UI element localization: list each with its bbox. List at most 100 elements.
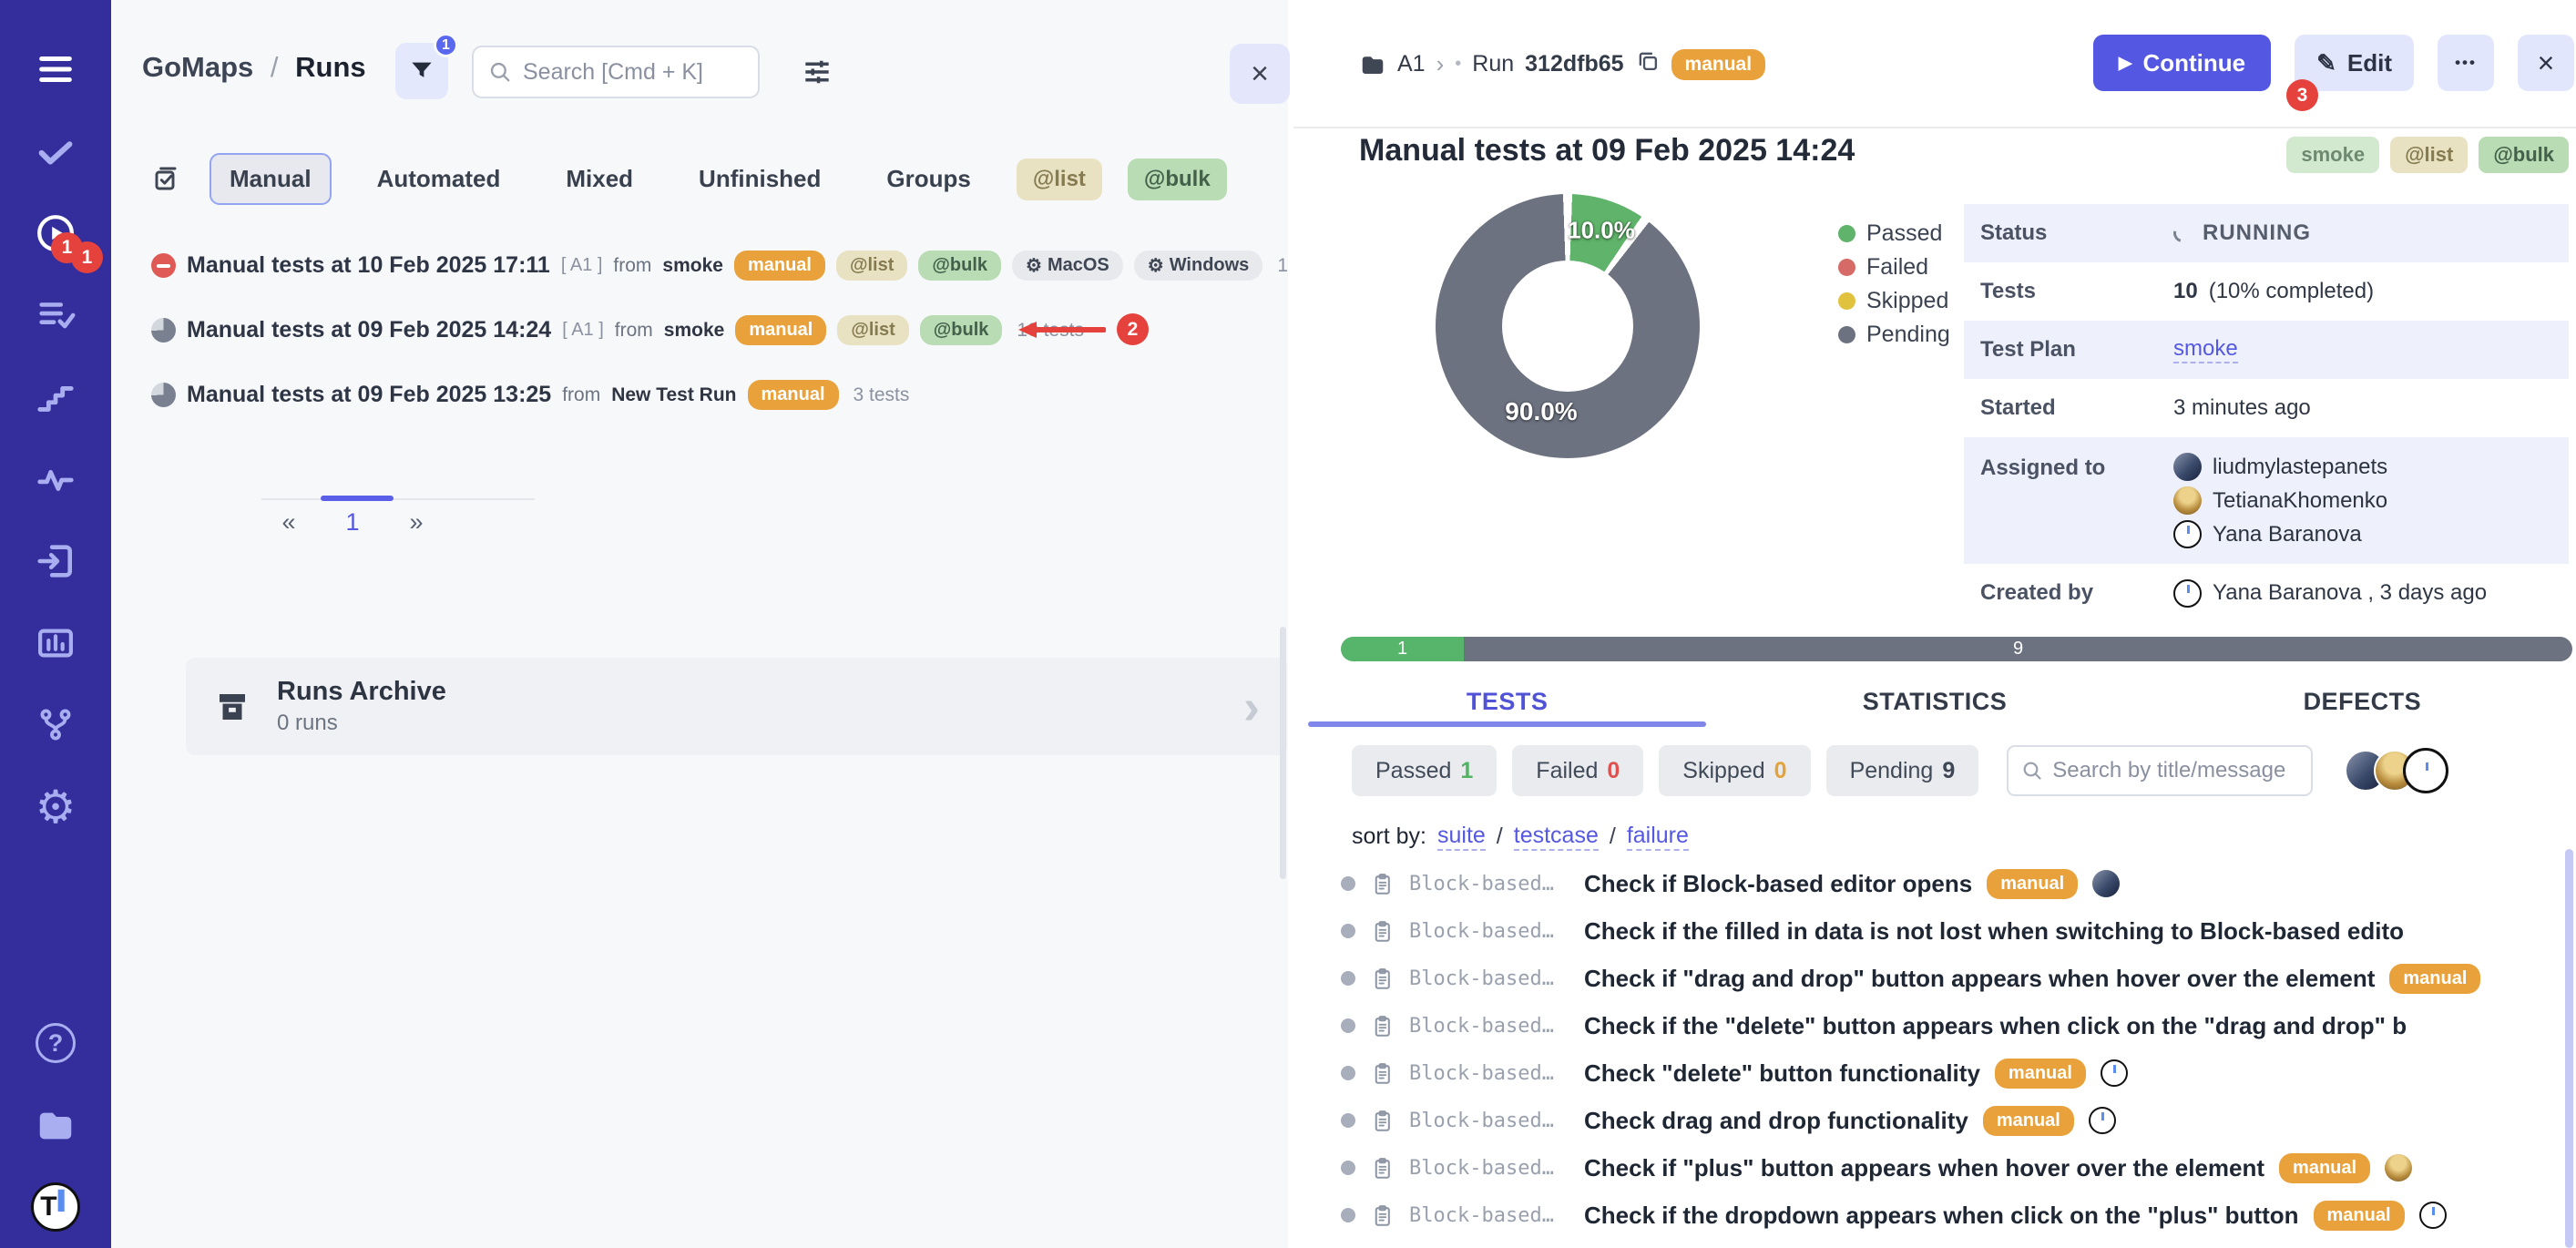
tag-list[interactable]: @list — [837, 315, 908, 345]
run-status-progress-icon — [151, 318, 176, 343]
tag-manual[interactable]: manual — [734, 251, 825, 281]
user-logo-avatar[interactable]: T▌ — [0, 1166, 111, 1248]
sort-by-suite[interactable]: suite — [1437, 823, 1486, 851]
test-row[interactable]: Block-based… Check "delete" button funct… — [1341, 1049, 2565, 1097]
annotation-step-1: 1 — [71, 241, 103, 273]
test-title: Check if the "delete" button appears whe… — [1584, 1012, 2407, 1040]
assignee[interactable]: TetianaKhomenko — [2173, 484, 2569, 517]
folder-icon[interactable] — [0, 1084, 111, 1166]
filter-button[interactable]: 1 — [395, 43, 448, 99]
tag-manual[interactable]: manual — [748, 380, 839, 410]
checkmark-icon[interactable] — [0, 110, 111, 192]
more-options-button[interactable]: ••• — [2438, 35, 2494, 91]
page-next-button[interactable]: » — [398, 508, 434, 537]
tag-env-macos[interactable]: ⚙MacOS — [1012, 251, 1123, 281]
details-tab[interactable]: TESTS — [1293, 678, 1721, 725]
archive-count: 0 runs — [277, 711, 446, 736]
close-button[interactable]: × — [2518, 35, 2574, 91]
test-row[interactable]: Block-based… Check if the dropdown appea… — [1341, 1192, 2565, 1239]
page-prev-button[interactable]: « — [271, 508, 307, 537]
test-status-dot — [1341, 971, 1355, 986]
page-number[interactable]: 1 — [334, 508, 371, 537]
select-all-icon[interactable] — [151, 165, 180, 194]
sign-in-icon[interactable] — [0, 520, 111, 602]
run-list-item[interactable]: Manual tests at 10 Feb 2025 17:11 [ A1 ]… — [111, 233, 1288, 298]
test-row[interactable]: Block-based… Check if "drag and drop" bu… — [1341, 955, 2565, 1002]
test-status-dot — [1341, 1161, 1355, 1175]
tag-manual: manual — [2314, 1201, 2405, 1231]
breadcrumb-project[interactable]: GoMaps — [142, 51, 253, 83]
test-row[interactable]: Block-based… Check if Block-based editor… — [1341, 860, 2565, 907]
test-row[interactable]: Block-based… manual — [1341, 1239, 2565, 1248]
tag-bulk[interactable]: @bulk — [918, 251, 1001, 281]
clipboard-icon — [1370, 919, 1395, 944]
sort-by-testcase[interactable]: testcase — [1514, 823, 1599, 851]
run-list-item[interactable]: Manual tests at 09 Feb 2025 14:24 [ A1 ]… — [111, 298, 1288, 363]
breadcrumb-suite[interactable]: A1 — [1397, 51, 1426, 77]
tag-list[interactable]: @list — [836, 251, 907, 281]
menu-icon[interactable] — [0, 28, 111, 110]
assignee[interactable]: Yana Baranova — [2173, 517, 2569, 551]
tag-smoke[interactable]: smoke — [2286, 137, 2379, 173]
playlist-check-icon[interactable] — [0, 274, 111, 356]
run-list-item[interactable]: Manual tests at 09 Feb 2025 13:25 from N… — [111, 363, 1288, 427]
test-title: Check if Block-based editor opens — [1584, 870, 1972, 898]
avatar — [2101, 1059, 2128, 1087]
test-row[interactable]: Block-based… Check drag and drop functio… — [1341, 1097, 2565, 1144]
test-plan-link[interactable]: smoke — [2173, 336, 2238, 363]
run-type-tab[interactable]: Mixed — [546, 153, 653, 205]
view-settings-icon[interactable] — [800, 55, 834, 89]
status-filter-button[interactable]: Pending 9 — [1826, 745, 1979, 796]
play-icon: ▶ — [2119, 53, 2132, 74]
run-info-table: Status RUNNING Tests 10(10% completed) T… — [1964, 204, 2569, 622]
funnel-icon — [408, 57, 435, 85]
activity-pulse-icon[interactable] — [0, 438, 111, 520]
tag-bulk[interactable]: @bulk — [2479, 137, 2569, 173]
assignee[interactable]: liudmylastepanets — [2173, 450, 2569, 484]
copy-icon[interactable] — [1635, 48, 1661, 80]
details-tab[interactable]: STATISTICS — [1721, 678, 2148, 725]
tag-manual[interactable]: manual — [735, 315, 826, 345]
tests-search-input[interactable] — [2052, 758, 2298, 783]
test-row[interactable]: Block-based… Check if the "delete" butto… — [1341, 1002, 2565, 1049]
help-icon[interactable]: ? — [0, 1002, 111, 1084]
tag-filter-bulk[interactable]: @bulk — [1128, 159, 1227, 200]
legend-color-dot — [1838, 225, 1855, 242]
avatar — [2173, 520, 2202, 548]
pencil-icon: ✎ — [2316, 49, 2336, 77]
test-suite-name: Block-based… — [1409, 967, 1564, 990]
gear-icon[interactable]: ⚙ — [0, 766, 111, 848]
run-details-panel: A1 › • Run 312dfb65 manual ▶ Continue ✎ … — [1293, 0, 2576, 1248]
run-type-tab[interactable]: Unfinished — [679, 153, 841, 205]
test-row[interactable]: Block-based… Check if the filled in data… — [1341, 907, 2565, 955]
chart-legend: Passed Failed Skipped Pending — [1838, 217, 1950, 352]
steps-icon[interactable] — [0, 356, 111, 438]
test-row[interactable]: Block-based… Check if "plus" button appe… — [1341, 1144, 2565, 1192]
chevron-right-icon: › — [1243, 682, 1260, 731]
runs-search-input[interactable] — [523, 59, 743, 86]
tag-env-windows[interactable]: ⚙Windows — [1134, 251, 1263, 281]
left-panel-scrollbar[interactable] — [1280, 627, 1286, 879]
tag-bulk[interactable]: @bulk — [920, 315, 1003, 345]
tests-scrollbar[interactable] — [2565, 849, 2573, 1248]
app-sidebar: 1 ⚙ ? T▌ — [0, 0, 111, 1248]
run-type-tab[interactable]: Manual — [210, 153, 332, 205]
panel-close-button[interactable]: × — [1230, 44, 1290, 104]
breadcrumb: GoMaps / Runs — [142, 51, 366, 84]
status-filter-button[interactable]: Passed 1 — [1352, 745, 1497, 796]
run-type-tab[interactable]: Groups — [866, 153, 990, 205]
status-filter-button[interactable]: Skipped 0 — [1659, 745, 1810, 796]
tag-manual: manual — [1987, 869, 2078, 899]
branch-icon[interactable] — [0, 684, 111, 766]
status-filter-button[interactable]: Failed 0 — [1512, 745, 1643, 796]
tag-filter-list[interactable]: @list — [1017, 159, 1102, 200]
run-title: Manual tests at 09 Feb 2025 14:24 — [1359, 133, 1855, 169]
bar-chart-icon[interactable] — [0, 602, 111, 684]
assignee-avatar-stack[interactable] — [2345, 748, 2448, 793]
run-type-tab[interactable]: Automated — [357, 153, 521, 205]
tag-list[interactable]: @list — [2390, 137, 2468, 173]
runs-archive-card[interactable]: Runs Archive 0 runs › — [186, 658, 1287, 755]
continue-button[interactable]: ▶ Continue — [2093, 35, 2271, 91]
details-tab[interactable]: DEFECTS — [2149, 678, 2576, 725]
sort-by-failure[interactable]: failure — [1627, 823, 1689, 851]
